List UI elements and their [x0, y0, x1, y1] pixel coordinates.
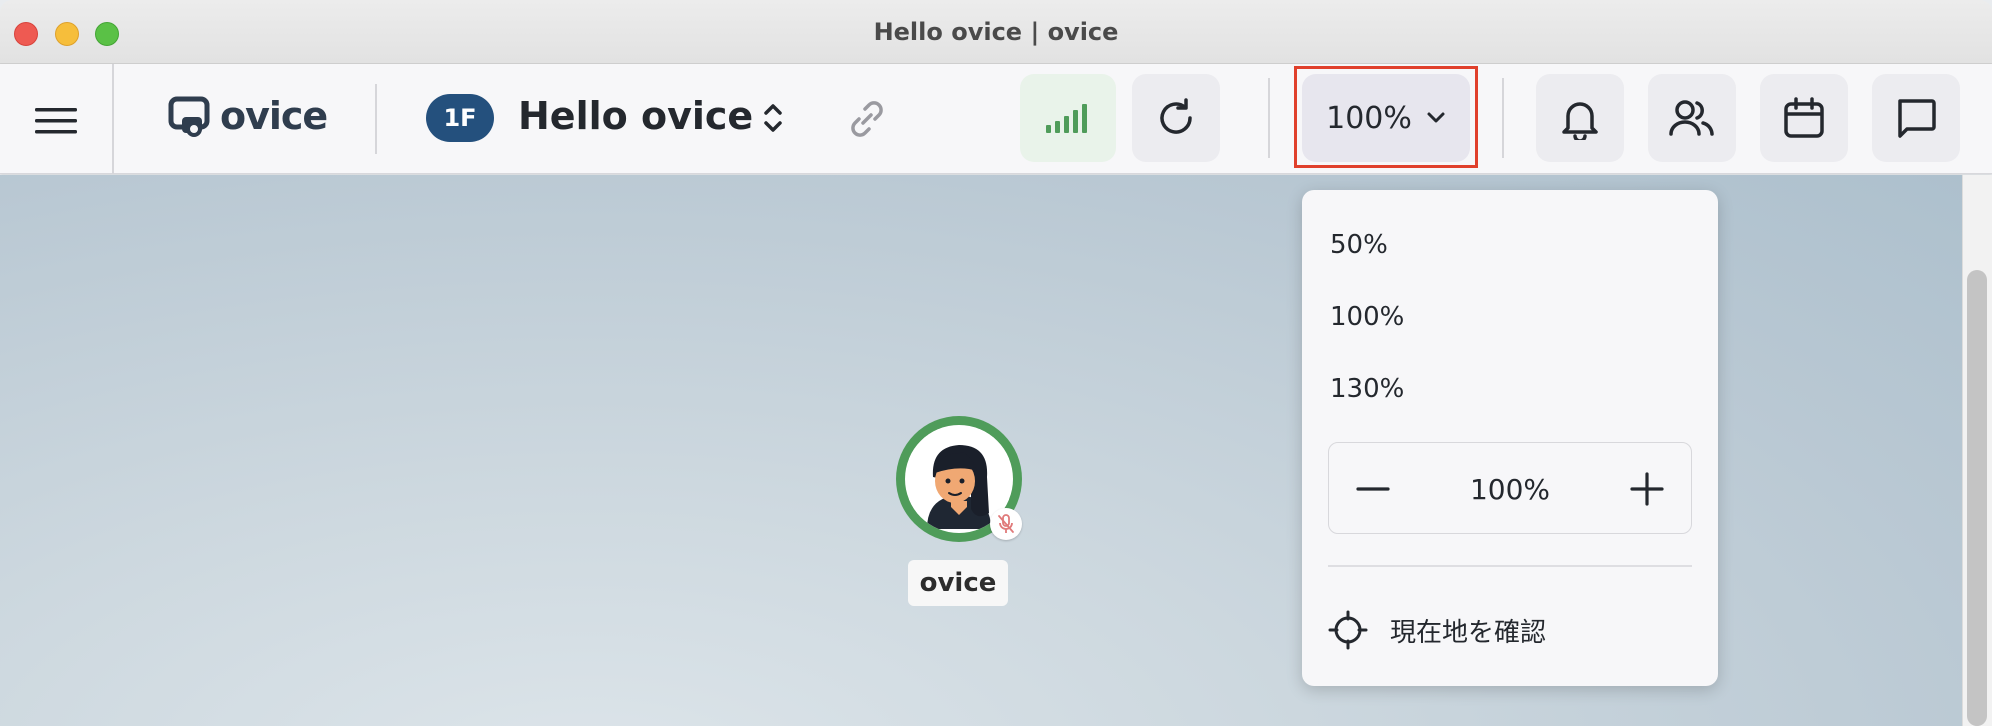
- locate-me-item[interactable]: 現在地を確認: [1328, 600, 1692, 660]
- members-icon: [1669, 100, 1714, 136]
- header-divider: [1502, 78, 1504, 158]
- link-icon: [851, 101, 883, 137]
- menu-icon: [35, 108, 77, 134]
- space-name: Hello ovice: [518, 94, 754, 138]
- floor-switch-icon: [764, 104, 782, 132]
- zoom-option-130[interactable]: 130%: [1330, 364, 1690, 414]
- header-divider: [375, 84, 377, 154]
- scrollbar-thumb[interactable]: [1967, 270, 1987, 726]
- floor-switch-button[interactable]: [758, 96, 788, 140]
- zoom-out-button[interactable]: [1349, 465, 1397, 513]
- zoom-option-100[interactable]: 100%: [1330, 292, 1690, 342]
- plus-icon: [1630, 472, 1664, 506]
- ovice-logo[interactable]: ovice: [168, 90, 328, 142]
- header-divider: [112, 64, 114, 174]
- window-titlebar: Hello ovice | ovice: [0, 0, 1992, 64]
- ovice-logo-icon: [168, 96, 210, 137]
- zoom-dropdown-menu: 50% 100% 130% 100% 現在地を確認: [1302, 190, 1718, 686]
- calendar-button[interactable]: [1760, 74, 1848, 162]
- zoom-stepper: 100%: [1328, 442, 1692, 534]
- chat-icon: [1898, 99, 1936, 138]
- avatar-name-label: ovice: [908, 560, 1008, 606]
- zoom-highlight-frame: [1294, 66, 1478, 168]
- menu-button[interactable]: [22, 94, 90, 148]
- locate-me-label: 現在地を確認: [1390, 617, 1547, 648]
- reload-button[interactable]: [1132, 74, 1220, 162]
- header-divider: [1268, 78, 1270, 158]
- chat-button[interactable]: [1872, 74, 1960, 162]
- connection-status-button[interactable]: [1020, 74, 1116, 162]
- zoom-in-button[interactable]: [1623, 465, 1671, 513]
- notifications-button[interactable]: [1536, 74, 1624, 162]
- reload-icon: [1160, 98, 1192, 134]
- members-button[interactable]: [1648, 74, 1736, 162]
- mic-off-indicator: [990, 508, 1022, 540]
- crosshair-icon: [1328, 610, 1368, 650]
- app-header: ovice 1F Hello ovice 100%: [0, 64, 1992, 174]
- mic-off-icon: [998, 514, 1014, 533]
- menu-divider: [1328, 565, 1692, 567]
- calendar-icon: [1784, 97, 1824, 138]
- window-title: Hello ovice | ovice: [873, 18, 1119, 46]
- zoom-stepper-value: 100%: [1469, 472, 1551, 506]
- user-avatar[interactable]: [896, 416, 1022, 542]
- copy-link-button[interactable]: [842, 94, 892, 144]
- floor-badge[interactable]: 1F: [426, 94, 494, 142]
- minus-icon: [1356, 487, 1390, 491]
- bell-icon: [1562, 102, 1598, 140]
- signal-icon: [1046, 104, 1087, 133]
- logo-text: ovice: [220, 94, 328, 138]
- zoom-option-50[interactable]: 50%: [1330, 220, 1690, 270]
